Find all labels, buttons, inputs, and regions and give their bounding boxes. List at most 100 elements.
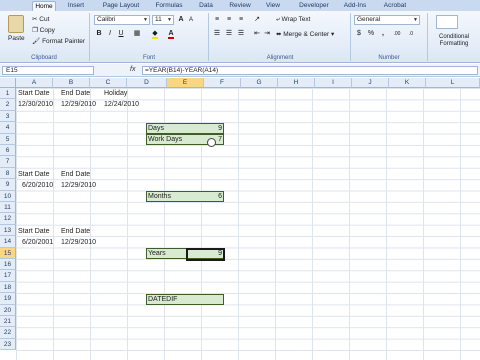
row-header[interactable]: 6 <box>0 145 16 157</box>
cell-a2[interactable]: 12/30/2010 <box>18 99 53 110</box>
bold-icon[interactable]: B <box>94 29 104 39</box>
row-header[interactable]: 10 <box>0 190 16 202</box>
tab-insert[interactable]: Insert <box>62 1 90 11</box>
cell-a9[interactable]: 6/20/2010 <box>22 180 53 191</box>
row-header[interactable]: 23 <box>0 338 16 351</box>
conditional-formatting-icon[interactable] <box>436 15 458 29</box>
row-header[interactable]: 18 <box>0 281 16 294</box>
cell-e5[interactable]: 7 <box>188 134 222 145</box>
col-header-g[interactable]: G <box>241 78 278 88</box>
col-header-i[interactable]: I <box>315 78 352 88</box>
fx-icon[interactable]: fx <box>130 66 135 73</box>
row-header[interactable]: 11 <box>0 202 16 214</box>
name-box[interactable]: E15 <box>2 66 94 75</box>
col-header-a[interactable]: A <box>16 78 53 88</box>
align-center-icon[interactable]: ☰ <box>224 29 234 39</box>
row-header[interactable]: 14 <box>0 236 16 248</box>
tab-home[interactable]: Home <box>32 1 56 11</box>
cell-d10[interactable]: Months <box>148 191 171 202</box>
col-header-h[interactable]: H <box>278 78 315 88</box>
tab-view[interactable]: View <box>262 1 284 11</box>
cell-e10[interactable]: 6 <box>188 191 222 202</box>
row-header[interactable]: 9 <box>0 179 16 191</box>
increase-indent-icon[interactable]: ⇥ <box>262 29 272 39</box>
orientation-icon[interactable]: ↗ <box>252 15 262 25</box>
tab-developer[interactable]: Developer <box>294 1 334 11</box>
cell-e4[interactable]: 9 <box>188 123 222 134</box>
col-header-e[interactable]: E <box>167 78 204 88</box>
cut-button[interactable]: ✂ Cut <box>32 15 49 23</box>
decrease-indent-icon[interactable]: ⇤ <box>252 29 262 39</box>
tab-data[interactable]: Data <box>194 1 218 11</box>
row-header[interactable]: 13 <box>0 224 16 237</box>
row-header[interactable]: 1 <box>0 88 16 100</box>
cell-a13[interactable]: Start Date <box>18 226 50 237</box>
cell-b13[interactable]: End Date <box>61 226 90 237</box>
font-color-icon[interactable]: A <box>166 29 176 39</box>
col-header-j[interactable]: J <box>352 78 389 88</box>
row-header[interactable]: 19 <box>0 293 16 305</box>
tab-review[interactable]: Review <box>224 1 256 11</box>
underline-icon[interactable]: U <box>116 29 126 39</box>
row-header[interactable]: 7 <box>0 156 16 168</box>
cell-b2[interactable]: 12/29/2010 <box>61 99 96 110</box>
col-header-c[interactable]: C <box>90 78 127 88</box>
row-header[interactable]: 22 <box>0 327 16 339</box>
font-size-select[interactable]: 11 ▼ <box>152 15 174 25</box>
row-header[interactable]: 12 <box>0 213 16 225</box>
col-header-k[interactable]: K <box>389 78 426 88</box>
row-header[interactable]: 20 <box>0 304 16 316</box>
row-header[interactable]: 5 <box>0 133 16 145</box>
percent-icon[interactable]: % <box>366 29 376 39</box>
align-bottom-icon[interactable]: ≡ <box>236 15 246 25</box>
cell-a1[interactable]: Start Date <box>18 88 50 99</box>
tab-acrobat[interactable]: Acrobat <box>378 1 412 11</box>
italic-icon[interactable]: I <box>105 29 115 39</box>
cell-b14[interactable]: 12/29/2010 <box>61 237 96 248</box>
borders-icon[interactable]: ▦ <box>132 29 142 39</box>
active-cell-selection[interactable] <box>186 247 225 261</box>
row-header[interactable]: 2 <box>0 99 16 111</box>
format-painter-button[interactable]: 🖌 Format Painter <box>32 37 85 45</box>
tab-formulas[interactable]: Formulas <box>150 1 188 11</box>
cell-b9[interactable]: 12/29/2010 <box>61 180 96 191</box>
comma-style-icon[interactable]: , <box>378 29 388 39</box>
paste-button[interactable]: Paste <box>8 35 25 42</box>
col-header-l[interactable]: L <box>426 78 480 88</box>
cell-d19[interactable]: DATEDIF <box>148 294 177 305</box>
tab-page-layout[interactable]: Page Layout <box>98 1 144 11</box>
currency-icon[interactable]: $ <box>354 29 364 39</box>
align-middle-icon[interactable]: ≡ <box>224 15 234 25</box>
cell-b1[interactable]: End Date <box>61 88 90 99</box>
number-format-select[interactable]: General ▼ <box>354 15 420 25</box>
increase-decimal-icon[interactable]: .00 <box>392 29 402 39</box>
cell-d15[interactable]: Years <box>148 248 166 259</box>
wrap-text-button[interactable]: ⤶ Wrap Text <box>276 16 310 24</box>
cell-a8[interactable]: Start Date <box>18 169 50 180</box>
row-header[interactable]: 16 <box>0 259 16 271</box>
cell-d5[interactable]: Work Days <box>148 134 182 145</box>
merge-center-button[interactable]: ⬌ Merge & Center ▾ <box>276 30 334 38</box>
row-header[interactable]: 4 <box>0 122 16 134</box>
cell-c2[interactable]: 12/24/2010 <box>104 99 139 110</box>
row-header[interactable]: 21 <box>0 316 16 328</box>
cell-b8[interactable]: End Date <box>61 169 90 180</box>
align-left-icon[interactable]: ☰ <box>212 29 222 39</box>
row-header[interactable]: 3 <box>0 110 16 123</box>
col-header-d[interactable]: D <box>127 78 167 88</box>
formula-input[interactable]: =YEAR(B14)-YEAR(A14) <box>142 66 478 75</box>
tab-add-ins[interactable]: Add-Ins <box>340 1 370 11</box>
conditional-formatting-button[interactable]: Conditional Formatting <box>432 34 476 48</box>
copy-button[interactable]: ❐ Copy <box>32 26 55 34</box>
row-header[interactable]: 17 <box>0 270 16 282</box>
row-header[interactable]: 8 <box>0 167 16 180</box>
grow-font-icon[interactable]: A <box>176 15 186 25</box>
decrease-decimal-icon[interactable]: .0 <box>406 29 416 39</box>
paste-icon[interactable] <box>8 15 24 33</box>
align-right-icon[interactable]: ☰ <box>236 29 246 39</box>
font-name-select[interactable]: Calibri ▼ <box>94 15 150 25</box>
shrink-font-icon[interactable]: A <box>186 15 196 25</box>
col-header-b[interactable]: B <box>53 78 90 88</box>
cell-d4[interactable]: Days <box>148 123 164 134</box>
select-all-corner[interactable] <box>0 78 16 88</box>
